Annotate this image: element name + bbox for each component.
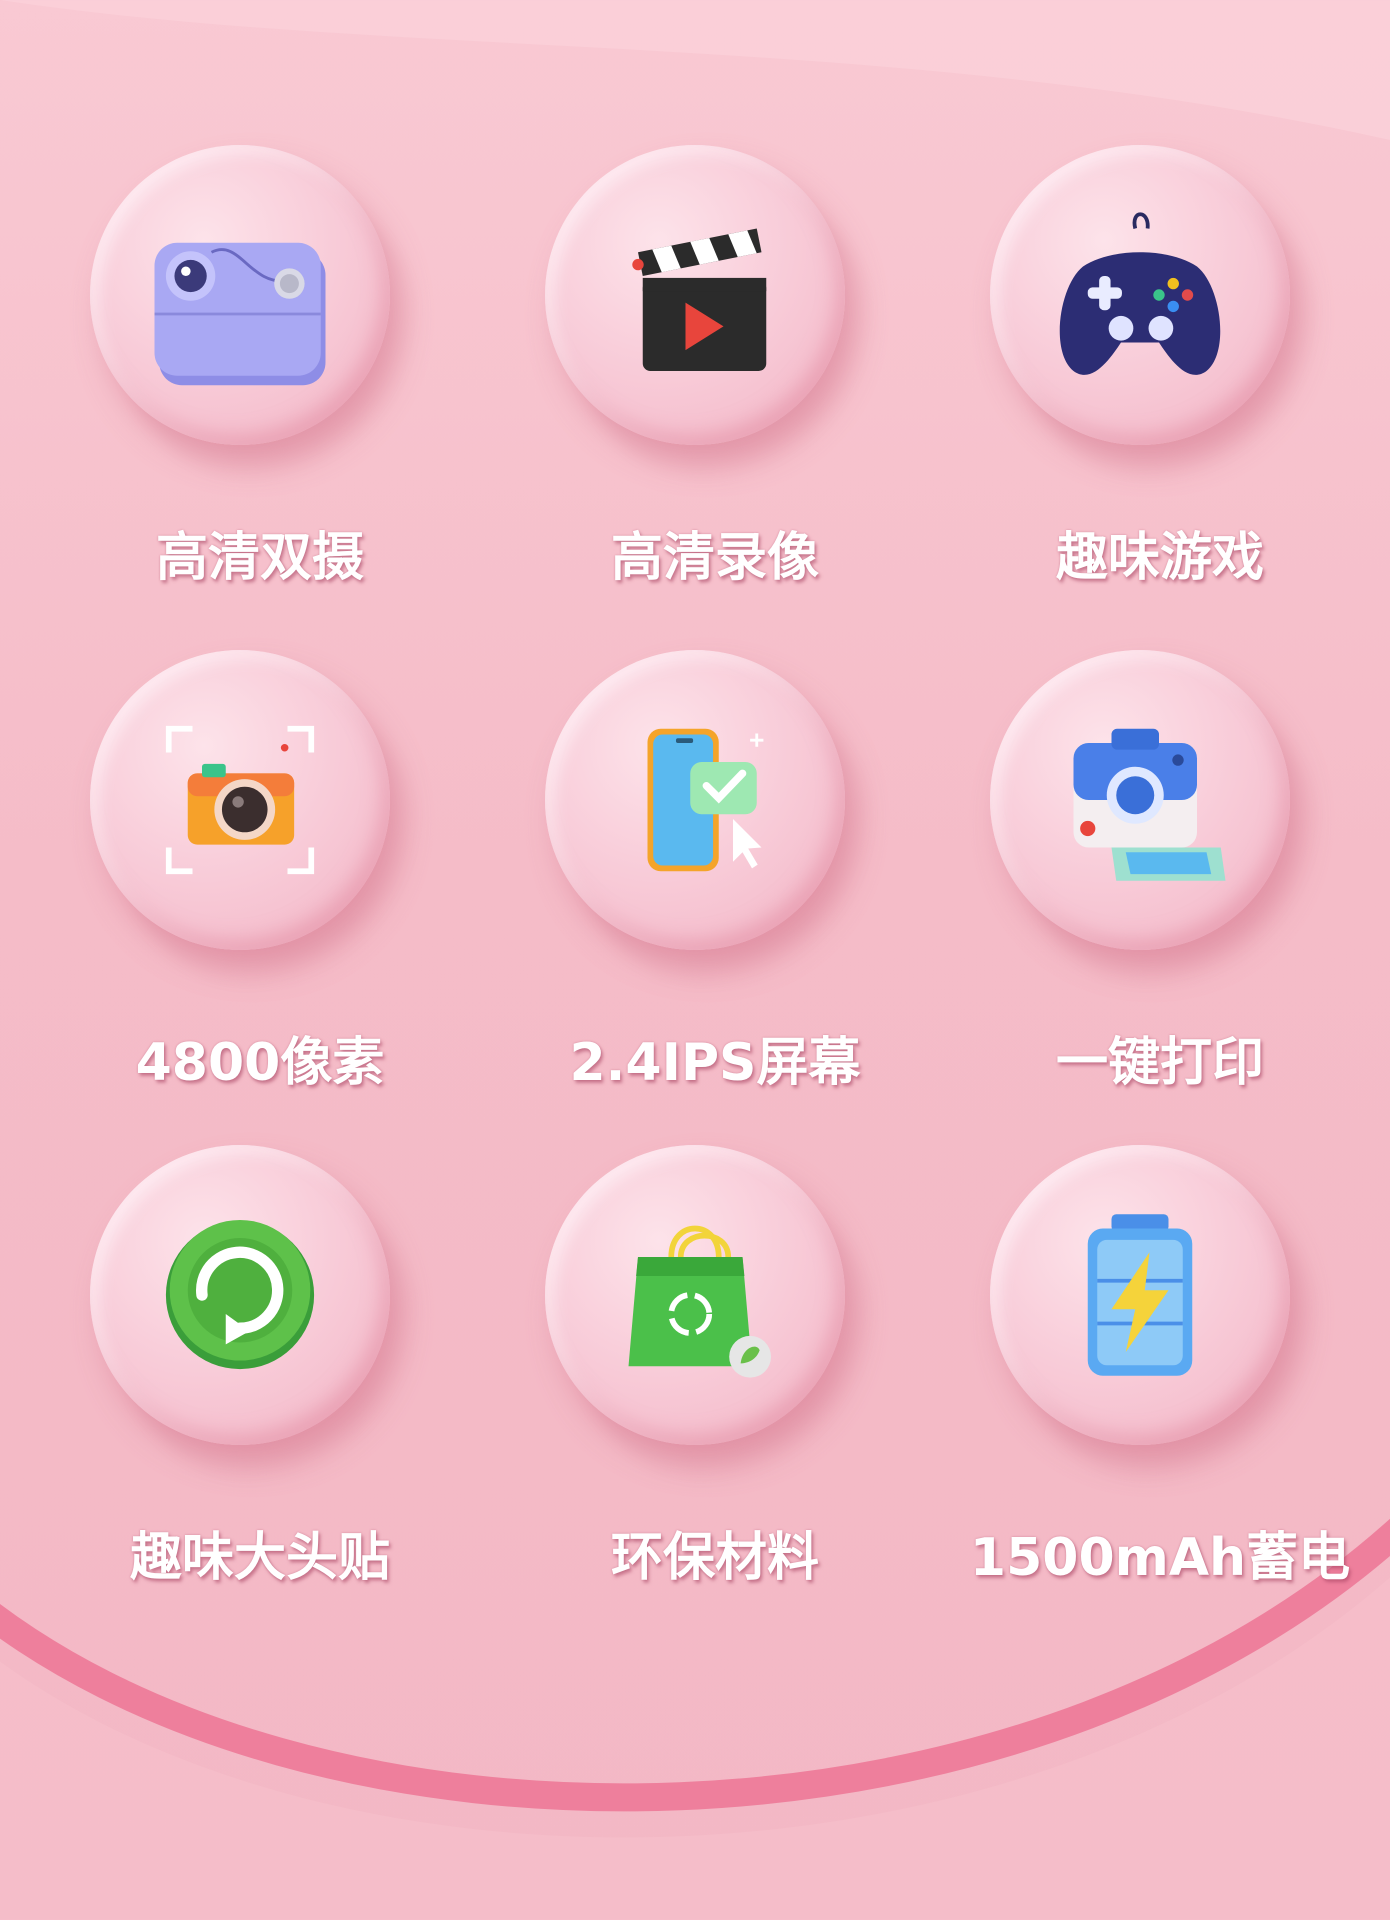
feature-battery: 1500mAh蓄电: [915, 1125, 1355, 1588]
feature-games: 趣味游戏: [915, 125, 1355, 588]
refresh-sticker-icon: [165, 1219, 315, 1370]
feature-label: 高清录像: [610, 528, 819, 588]
dual-camera-icon: [154, 242, 326, 386]
clapperboard-icon: [632, 228, 767, 371]
feature-label: 1500mAh蓄电: [969, 1528, 1351, 1588]
feature-label: 4800像素: [135, 1033, 385, 1093]
feature-label: 环保材料: [610, 1528, 819, 1588]
feature-label: 一键打印: [1055, 1033, 1264, 1093]
feature-pixels: 4800像素: [15, 630, 455, 1093]
feature-label: 2.4IPS屏幕: [569, 1033, 861, 1093]
feature-ips-screen: 2.4IPS屏幕: [470, 630, 910, 1093]
gamepad-icon: [1059, 212, 1221, 375]
feature-sticker: 趣味大头贴: [15, 1125, 455, 1588]
battery-icon: [1087, 1214, 1193, 1376]
instant-print-camera-icon: [1073, 728, 1226, 881]
eco-bag-icon: [628, 1225, 771, 1378]
feature-eco-material: 环保材料: [470, 1125, 910, 1588]
photo-camera-icon: [165, 725, 315, 875]
feature-label: 趣味游戏: [1055, 528, 1264, 588]
feature-dual-camera: 高清双摄: [15, 125, 455, 588]
feature-video-recording: 高清录像: [470, 125, 910, 588]
feature-label: 趣味大头贴: [129, 1528, 390, 1588]
feature-one-click-print: 一键打印: [915, 630, 1355, 1093]
feature-label: 高清双摄: [155, 528, 364, 588]
smartphone-icon: [647, 728, 764, 872]
